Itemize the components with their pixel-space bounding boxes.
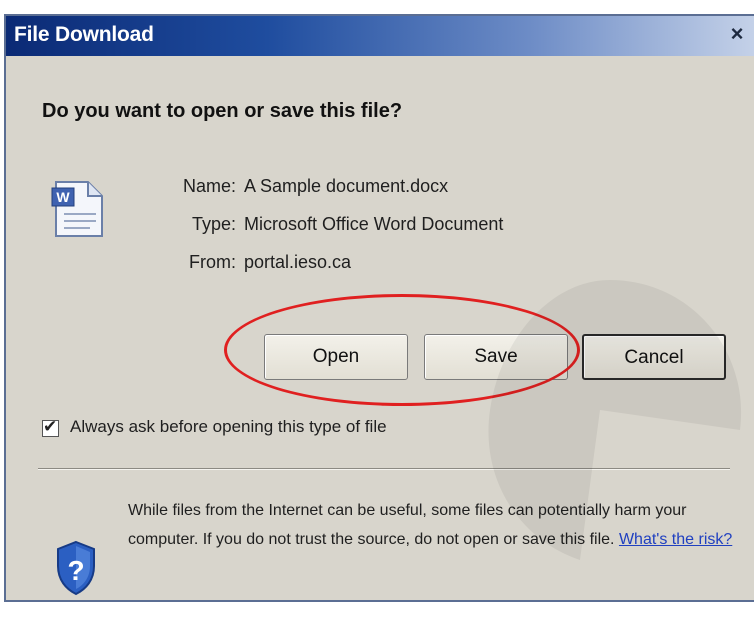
title-bar: File Download ×	[6, 16, 754, 56]
always-ask-label[interactable]: Always ask before opening this type of f…	[70, 417, 387, 437]
close-icon[interactable]: ×	[724, 22, 750, 48]
dialog-heading: Do you want to open or save this file?	[42, 100, 403, 122]
file-from-label: From:	[189, 252, 236, 272]
file-type-value: Microsoft Office Word Document	[244, 214, 504, 234]
svg-text:W: W	[56, 189, 70, 205]
file-name-value: A Sample document.docx	[244, 176, 449, 196]
shield-question-icon: ?	[57, 540, 95, 596]
watermark-logo	[488, 280, 742, 560]
file-type-label: Type:	[191, 214, 236, 234]
checkmark-icon: ✔	[43, 417, 58, 436]
word-document-icon: W	[51, 181, 103, 237]
file-from-value: portal.ieso.ca	[244, 252, 352, 272]
svg-text:?: ?	[67, 555, 84, 586]
always-ask-checkbox[interactable]: ✔	[42, 417, 59, 437]
dialog-title: File Download	[14, 23, 154, 46]
file-name-label: Name:	[182, 176, 236, 196]
